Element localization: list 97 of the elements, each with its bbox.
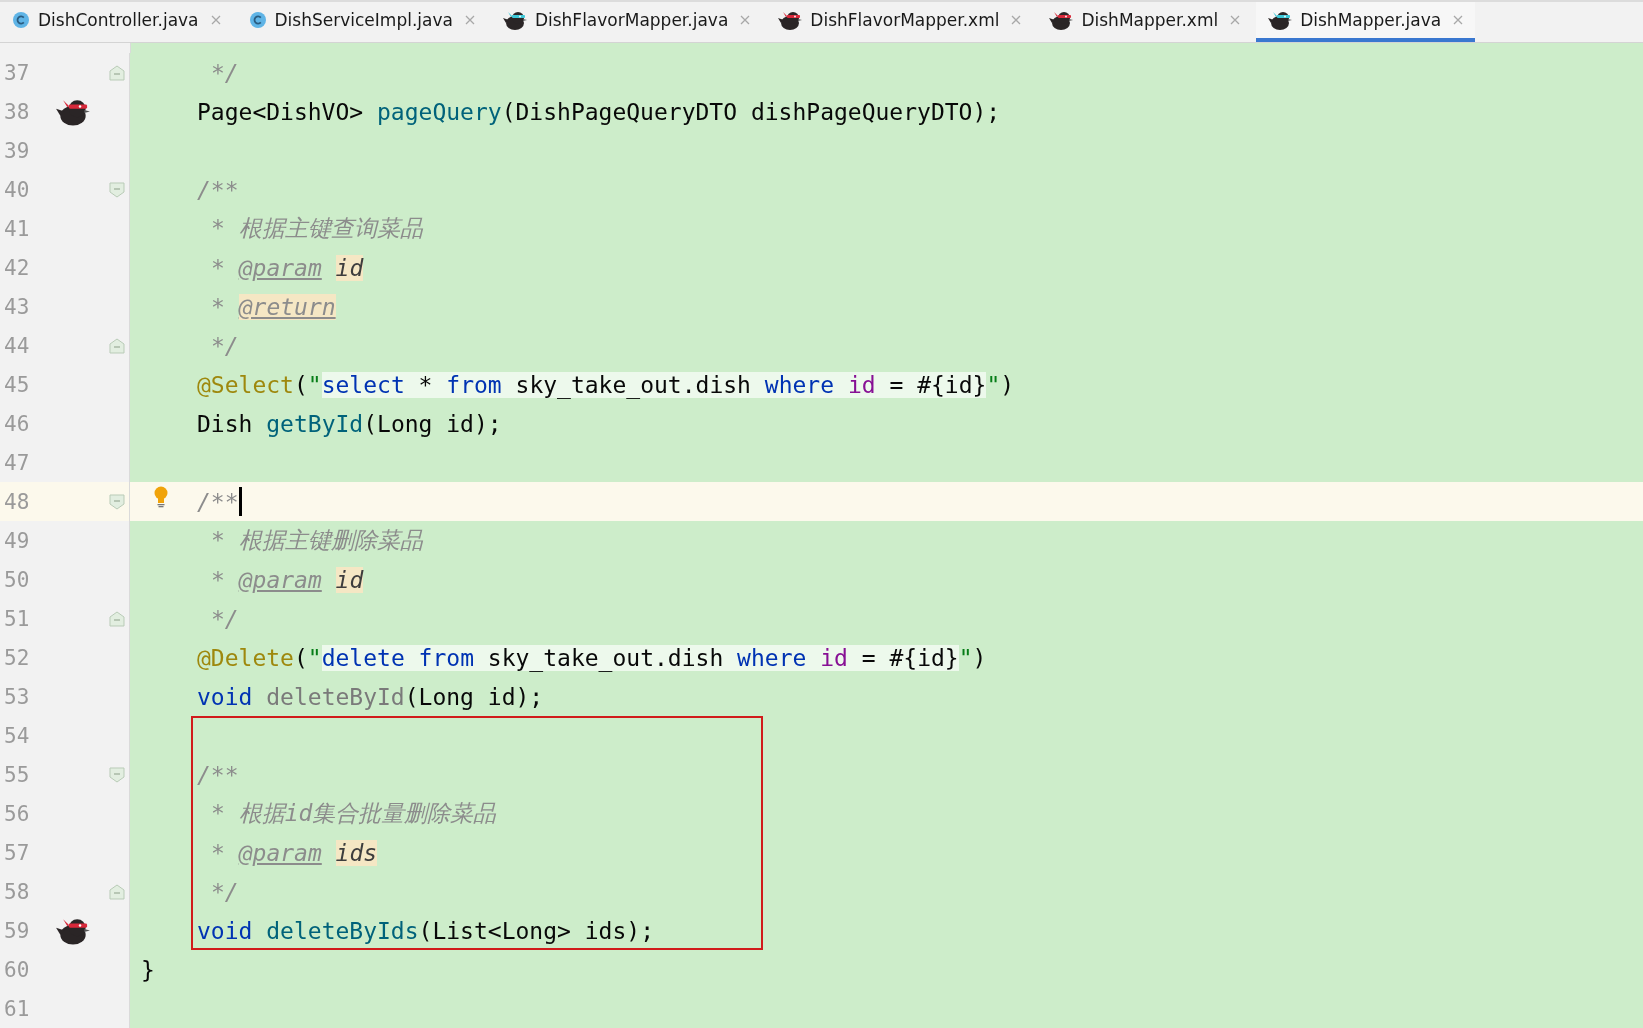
comment-text: /** xyxy=(197,176,239,203)
close-icon xyxy=(740,15,751,25)
line-number: 53 xyxy=(3,684,31,709)
code-text: void xyxy=(197,683,254,710)
code-text: " xyxy=(307,644,322,671)
code-text: getById xyxy=(266,410,364,437)
comment-text: */ xyxy=(211,59,239,86)
editor-tab[interactable]: DishController.java xyxy=(0,2,233,42)
code-text: ( xyxy=(293,371,308,398)
line-number: 60 xyxy=(3,957,31,982)
line-number: 50 xyxy=(3,567,31,592)
code-text: pageQuery xyxy=(377,98,502,125)
code-text: deleteById xyxy=(266,683,405,710)
code-text: " xyxy=(958,644,973,671)
code-text: } xyxy=(141,956,155,983)
close-icon xyxy=(1453,15,1464,25)
fold-icon xyxy=(109,64,126,81)
code-text: @Delete xyxy=(197,644,294,671)
close-icon xyxy=(1230,15,1241,25)
line-number: 52 xyxy=(3,645,31,670)
line-number: 43 xyxy=(3,294,31,319)
code-text: " xyxy=(986,371,1001,398)
line-number: 45 xyxy=(3,372,31,397)
comment-text: */ xyxy=(211,605,239,632)
line-number: 46 xyxy=(3,411,31,436)
fold-icon xyxy=(109,766,126,783)
code-text: void xyxy=(197,917,254,944)
comment-text: id xyxy=(335,566,364,593)
editor-tab[interactable]: DishMapper.xml xyxy=(1037,2,1253,42)
comment-text: */ xyxy=(211,332,239,359)
bird-icon xyxy=(1268,9,1293,31)
comment-text: id xyxy=(335,254,364,281)
comment-text: @param xyxy=(238,254,322,281)
line-number: 49 xyxy=(3,528,31,553)
code-text: " xyxy=(307,371,322,398)
code-text: ) xyxy=(972,644,987,671)
bird-icon xyxy=(502,9,527,31)
class-icon xyxy=(248,11,267,29)
line-number: 61 xyxy=(3,996,31,1021)
line-number: 56 xyxy=(3,801,31,826)
comment-text: @param xyxy=(238,839,322,866)
comment-text: * 根据主键删除菜品 xyxy=(211,526,423,555)
editor-tab[interactable]: DishFlavorMapper.java xyxy=(490,2,763,42)
fold-icon xyxy=(109,883,126,900)
comment-text: @return xyxy=(238,293,336,320)
line-number: 39 xyxy=(3,138,31,163)
comment-text: * xyxy=(211,839,226,866)
code-text: ) xyxy=(1000,371,1015,398)
bird-icon xyxy=(778,9,803,31)
line-number: 47 xyxy=(3,450,31,475)
editor-tab[interactable]: DishFlavorMapper.xml xyxy=(766,2,1034,42)
line-number: 54 xyxy=(3,723,31,748)
line-number: 59 xyxy=(3,918,31,943)
line-number: 38 xyxy=(3,99,31,124)
comment-text: /** xyxy=(197,488,239,515)
fold-icon xyxy=(109,337,126,354)
comment-text: */ xyxy=(211,878,239,905)
line-number: 55 xyxy=(3,762,31,787)
comment-text: * xyxy=(211,254,226,281)
line-number: 57 xyxy=(3,840,31,865)
code-text: (List<Long> ids); xyxy=(418,917,654,944)
bird-icon xyxy=(1049,9,1074,31)
close-icon xyxy=(210,15,221,25)
comment-text: @param xyxy=(238,566,322,593)
line-number: 51 xyxy=(3,606,31,631)
code-text: @Select xyxy=(197,371,294,398)
fold-icon xyxy=(109,610,126,627)
line-number: 40 xyxy=(3,177,31,202)
fold-icon xyxy=(109,493,126,510)
code-text: (DishPageQueryDTO dishPageQueryDTO); xyxy=(501,98,1001,125)
comment-text: * xyxy=(211,293,226,320)
code-text: (Long id); xyxy=(404,683,544,710)
lightbulb-icon xyxy=(154,486,168,508)
line-number: 41 xyxy=(3,216,31,241)
comment-text: ids xyxy=(335,839,378,866)
line-number: 42 xyxy=(3,255,31,280)
line-number: 58 xyxy=(3,879,31,904)
close-icon xyxy=(1011,15,1022,25)
comment-text: * xyxy=(211,566,226,593)
code-text: deleteByIds xyxy=(266,917,419,944)
line-number: 48 xyxy=(3,489,31,514)
editor-tab[interactable]: DishServiceImpl.java xyxy=(236,2,487,42)
comment-text: /** xyxy=(197,761,239,788)
fold-icon xyxy=(109,181,126,198)
comment-text: * 根据id集合批量删除菜品 xyxy=(211,799,497,828)
editor-tab[interactable]: DishMapper.java xyxy=(1256,2,1476,42)
sql-query-text: delete from sky_take_out.dish where id = #{id} xyxy=(321,644,959,671)
close-icon xyxy=(464,15,475,25)
code-text: (Long id); xyxy=(363,410,502,437)
code-text: Page<DishVO> xyxy=(197,98,365,125)
code-text: ( xyxy=(293,644,308,671)
line-number: 44 xyxy=(3,333,31,358)
line-number: 37 xyxy=(3,60,31,85)
class-icon xyxy=(12,11,30,29)
comment-text: * 根据主键查询菜品 xyxy=(211,214,423,243)
code-text: Dish xyxy=(197,410,254,437)
sql-query-text: select * from sky_take_out.dish where id = #{id} xyxy=(321,371,987,398)
